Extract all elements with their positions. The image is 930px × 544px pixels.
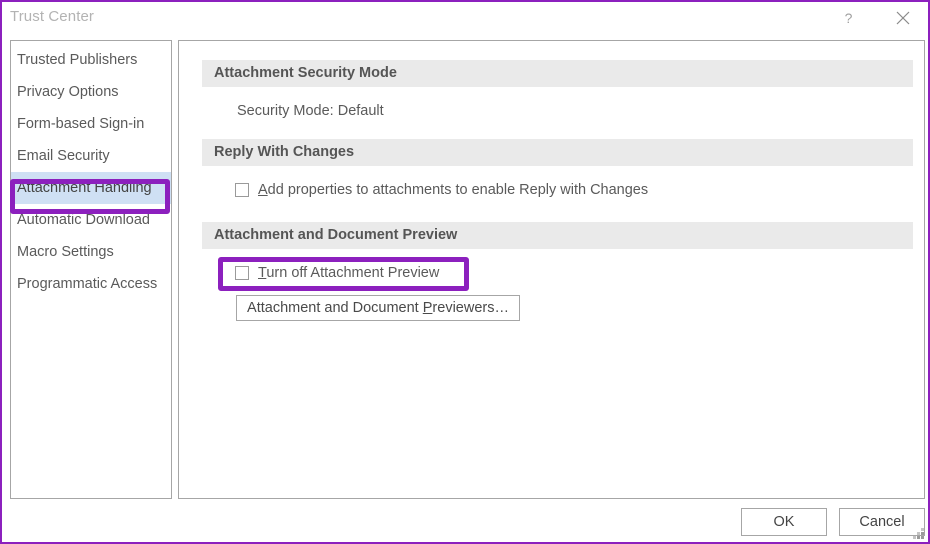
attachment-and-document-previewers-button[interactable]: Attachment and Document Previewers…	[236, 295, 520, 321]
title-bar: Trust Center ?	[2, 2, 928, 36]
close-button[interactable]	[880, 2, 926, 34]
attachment-handling-panel: Attachment Security Mode Security Mode: …	[178, 40, 925, 499]
help-button[interactable]: ?	[825, 2, 871, 34]
sidebar-item-attachment-handling[interactable]: Attachment Handling	[11, 172, 171, 204]
section-header-attachment-security-mode: Attachment Security Mode	[202, 60, 913, 87]
sidebar-item-email-security[interactable]: Email Security	[11, 140, 171, 172]
sidebar-item-programmatic-access[interactable]: Programmatic Access	[11, 268, 171, 300]
add-properties-label-rest: dd properties to attachments to enable R…	[267, 182, 649, 198]
sidebar-item-trusted-publishers[interactable]: Trusted Publishers	[11, 44, 171, 76]
add-properties-checkbox[interactable]	[235, 183, 249, 197]
sidebar-item-automatic-download[interactable]: Automatic Download	[11, 204, 171, 236]
section-header-attachment-and-document-preview: Attachment and Document Preview	[202, 222, 913, 249]
resize-grip-icon[interactable]	[913, 528, 925, 540]
sidebar-item-macro-settings[interactable]: Macro Settings	[11, 236, 171, 268]
window-title: Trust Center	[10, 8, 95, 25]
close-icon	[896, 11, 910, 25]
turn-off-attachment-preview-checkbox[interactable]	[235, 266, 249, 280]
settings-category-sidebar: Trusted Publishers Privacy Options Form-…	[10, 40, 172, 499]
sidebar-item-form-based-sign-in[interactable]: Form-based Sign-in	[11, 108, 171, 140]
accel-key-p: P	[422, 300, 433, 316]
sidebar-item-privacy-options[interactable]: Privacy Options	[11, 76, 171, 108]
ok-button[interactable]: OK	[741, 508, 827, 536]
previewers-button-label-pre: Attachment and Document	[247, 300, 423, 316]
turn-off-attachment-preview-checkbox-row[interactable]: Turn off Attachment Preview	[235, 265, 439, 281]
add-properties-label: Add properties to attachments to enable …	[258, 182, 648, 198]
turn-off-attachment-preview-label: Turn off Attachment Preview	[258, 265, 439, 281]
sidebar-list: Trusted Publishers Privacy Options Form-…	[11, 41, 171, 300]
accel-key-a: A	[258, 182, 268, 198]
previewers-button-label-post: reviewers…	[432, 300, 509, 316]
svg-text:?: ?	[844, 11, 852, 26]
security-mode-value: Security Mode: Default	[237, 103, 384, 119]
question-mark-icon: ?	[844, 11, 852, 26]
turn-off-attachment-preview-label-rest: urn off Attachment Preview	[266, 265, 440, 281]
reply-with-changes-checkbox-row[interactable]: Add properties to attachments to enable …	[235, 182, 648, 198]
trust-center-dialog: Trust Center ? Trusted Publishers Privac…	[0, 0, 930, 544]
section-header-reply-with-changes: Reply With Changes	[202, 139, 913, 166]
